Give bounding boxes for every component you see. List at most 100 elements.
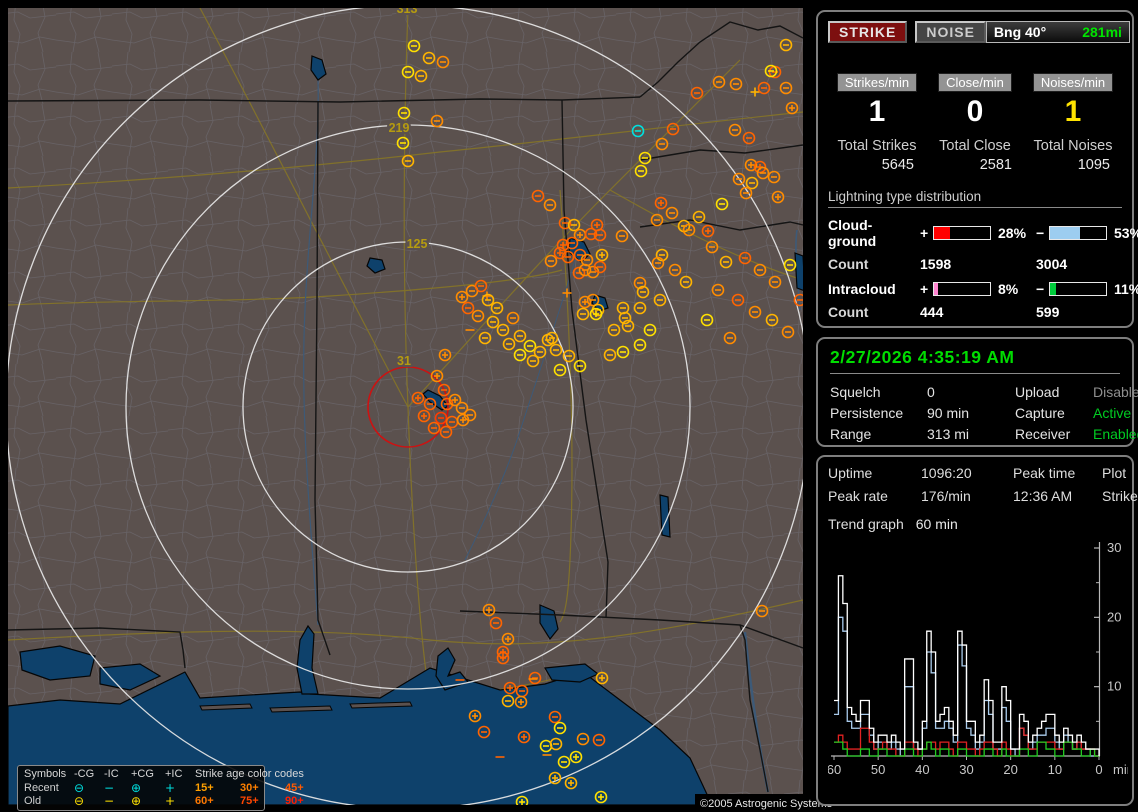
squelch-label: Squelch: [830, 384, 881, 400]
svg-text:10: 10: [1048, 762, 1062, 777]
peak-rate-value: 176/min: [921, 488, 971, 504]
close-counter: Close/min 0 Total Close 2581: [926, 73, 1024, 173]
cg-count-label: Count: [828, 256, 869, 272]
total-strikes-label: Total Strikes: [837, 138, 917, 154]
age-90: 90+: [285, 795, 304, 807]
persistence-label: Persistence: [830, 405, 904, 421]
bearing-distance: 281mi: [1082, 24, 1122, 40]
ic-pos-pct: 8%: [998, 281, 1019, 297]
old-neg-cg-icon: ⊖: [74, 794, 85, 808]
ic-count-row: Count 444 599: [828, 304, 1122, 320]
cg-pos-count: 1598: [920, 256, 952, 272]
close-per-min-chip[interactable]: Close/min: [938, 73, 1012, 92]
svg-text:20: 20: [1107, 609, 1121, 624]
uptime-label: Uptime: [828, 465, 873, 481]
svg-text:313: 313: [397, 8, 418, 16]
ic-minus-sign: −: [1036, 281, 1045, 297]
peak-time-label: Peak time: [1013, 465, 1076, 481]
strikes-per-min-chip[interactable]: Strikes/min: [836, 73, 918, 92]
trend-window-value: 60 min: [915, 516, 958, 532]
copyright-notice: ©2005 Astrogenic Systems: [695, 794, 832, 812]
age-45: 45+: [285, 781, 304, 794]
recent-pos-ic-icon: +: [165, 780, 176, 795]
total-noises-value: 1095: [1077, 157, 1110, 173]
cg-neg-count: 3004: [1036, 256, 1068, 272]
trend-graph-label: Trend graph: [828, 516, 904, 532]
legend-old-label: Old: [24, 795, 42, 807]
old-neg-ic-icon: −: [104, 794, 115, 808]
svg-text:30: 30: [1107, 540, 1121, 555]
cg-plus-sign: +: [920, 225, 929, 241]
plot-label: Plot: [1102, 465, 1127, 481]
ic-neg-count: 599: [1036, 304, 1060, 320]
old-pos-ic-icon: +: [165, 794, 176, 808]
capture-status: Active: [1093, 405, 1132, 421]
legend-col-pos-ic: +IC: [165, 768, 183, 780]
recent-neg-cg-icon: ⊖: [74, 780, 85, 795]
legend-recent-label: Recent: [24, 781, 59, 794]
squelch-value: 0: [927, 384, 935, 400]
upload-status: Disabled: [1093, 384, 1138, 400]
cloud-ground-row: Cloud-ground + 28% − 53%: [828, 217, 1138, 249]
bearing-value: Bng 40°: [993, 24, 1047, 40]
ic-pos-count: 444: [920, 304, 944, 320]
legend-symbols-label: Symbols: [24, 768, 67, 780]
peak-rate-label: Peak rate: [828, 488, 888, 504]
map-legend: Symbols -CG -IC +CG +IC Strike age color…: [17, 765, 304, 811]
status-panel: 2/27/2026 4:35:19 AM Squelch 0 Upload Di…: [816, 337, 1138, 447]
age-30: 30+: [240, 781, 259, 794]
bearing-display[interactable]: Bng 40° 281mi: [985, 21, 1130, 43]
cg-minus-sign: −: [1036, 225, 1045, 241]
total-strikes-value: 5645: [881, 157, 914, 173]
svg-text:40: 40: [915, 762, 929, 777]
legend-age-title: Strike age color codes: [195, 768, 304, 780]
ic-plus-sign: +: [920, 281, 929, 297]
noises-rate: 1: [1064, 95, 1082, 128]
ic-pos-bar: [933, 282, 991, 296]
datetime-display: 2/27/2026 4:35:19 AM: [830, 347, 1120, 374]
old-pos-cg-icon: ⊕: [131, 794, 142, 808]
cg-neg-bar: [1049, 226, 1107, 240]
strikes-counter: Strikes/min 1 Total Strikes 5645: [828, 73, 926, 173]
receiver-status: Enabled: [1093, 426, 1138, 442]
ic-neg-pct: 11%: [1114, 281, 1138, 297]
age-60: 60+: [195, 795, 214, 807]
cloud-ground-label: Cloud-ground: [828, 217, 877, 249]
trend-panel: Uptime 1096:20 Peak time Plot Peak rate …: [816, 455, 1138, 806]
age-75: 75+: [240, 795, 259, 807]
cg-pos-bar: [933, 226, 991, 240]
svg-text:50: 50: [871, 762, 885, 777]
svg-text:219: 219: [389, 121, 410, 135]
noises-per-min-chip[interactable]: Noises/min: [1032, 73, 1114, 92]
recent-neg-ic-icon: −: [104, 780, 115, 795]
strike-toggle-button[interactable]: STRIKE: [828, 21, 908, 43]
svg-text:60: 60: [828, 762, 841, 777]
persistence-value: 90 min: [927, 405, 970, 421]
noise-toggle-button[interactable]: NOISE: [915, 21, 986, 43]
age-15: 15+: [195, 781, 214, 794]
upload-label: Upload: [1015, 384, 1060, 400]
svg-text:31: 31: [397, 354, 411, 368]
recent-pos-cg-icon: ⊕: [131, 780, 142, 795]
peak-time-value: 12:36 AM: [1013, 488, 1073, 504]
svg-text:10: 10: [1107, 679, 1121, 694]
app-window: 313 219 125 31 Symbols -CG -IC +CG +IC Stri…: [0, 0, 1138, 812]
ic-neg-bar: [1049, 282, 1107, 296]
svg-text:30: 30: [959, 762, 973, 777]
range-value: 313 mi: [927, 426, 970, 442]
uptime-value: 1096:20: [921, 465, 972, 481]
trend-graph-chart: 10 20 30 60 50 40 30 20 10 0 min: [827, 540, 1134, 777]
total-close-label: Total Close: [939, 138, 1011, 154]
svg-text:0: 0: [1095, 762, 1102, 777]
svg-text:min: min: [1113, 762, 1128, 777]
total-close-value: 2581: [979, 157, 1012, 173]
legend-col-neg-cg: -CG: [74, 768, 95, 780]
intracloud-label: Intracloud: [828, 281, 896, 297]
plot-type-value: Strike: [1102, 488, 1138, 504]
strike-stats-panel: STRIKE NOISE Bng 40° 281mi Strikes/min 1…: [816, 10, 1138, 328]
range-label: Range: [830, 426, 872, 442]
cg-neg-pct: 53%: [1114, 225, 1138, 241]
cg-count-row: Count 1598 3004: [828, 256, 1122, 272]
lightning-map[interactable]: 313 219 125 31 Symbols -CG -IC +CG +IC Stri…: [8, 8, 832, 812]
ic-count-label: Count: [828, 304, 869, 320]
